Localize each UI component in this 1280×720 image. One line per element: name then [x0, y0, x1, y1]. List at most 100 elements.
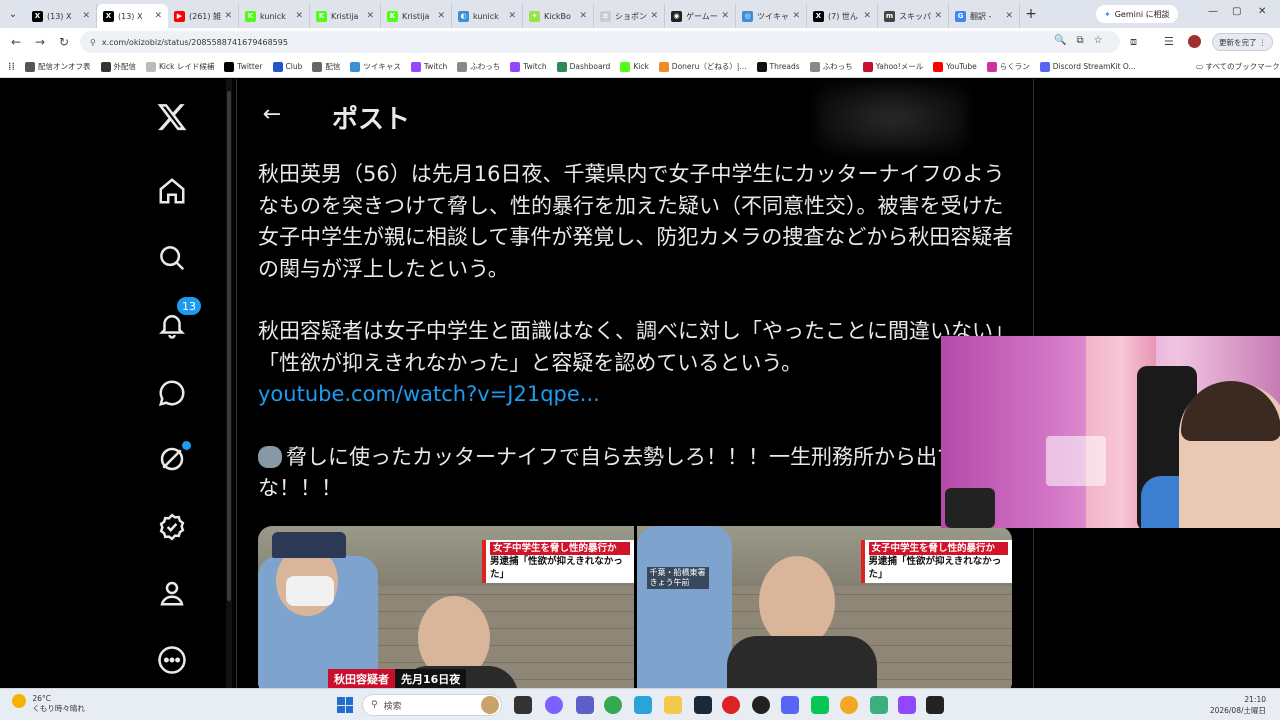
copilot-icon[interactable] — [545, 696, 563, 714]
bookmark-item[interactable]: Threads — [756, 61, 800, 72]
more-icon[interactable] — [154, 642, 190, 678]
browser-tab[interactable]: G 翻訳 - ✕ — [949, 4, 1020, 28]
chrome-icon[interactable] — [604, 696, 622, 714]
x-icon: X — [103, 10, 114, 22]
bookmark-favicon-icon — [658, 61, 669, 72]
close-tab-icon[interactable]: ✕ — [721, 11, 729, 21]
extensions-icon[interactable]: ⧈ — [1130, 35, 1137, 49]
teams-icon[interactable] — [576, 696, 594, 714]
bookmark-item[interactable]: Kick レイド候補 — [146, 61, 214, 72]
twitch-icon[interactable] — [898, 696, 916, 714]
x-logo-icon[interactable] — [154, 99, 190, 135]
minimize-icon[interactable]: — — [1208, 6, 1218, 17]
bookmark-item[interactable]: Twitch — [410, 61, 447, 72]
apps-grid-icon[interactable]: ⁞⁞ — [8, 60, 15, 73]
new-tab-button[interactable]: + — [1020, 6, 1042, 22]
search-icon[interactable] — [154, 240, 190, 276]
notepad-icon[interactable] — [870, 696, 888, 714]
bookmark-label: 配信オンオフ表 — [38, 62, 91, 71]
browser-tab[interactable]: X (13) X ✕ — [26, 4, 97, 28]
bookmark-item[interactable]: Kick — [620, 61, 649, 72]
close-tab-icon[interactable]: ✕ — [1005, 11, 1013, 21]
back-button[interactable]: ← — [257, 99, 287, 129]
browser-tab[interactable]: ▶ (261) 雑 ✕ — [168, 4, 239, 28]
bookmark-item[interactable]: 外配信 — [100, 61, 136, 72]
coin-icon[interactable] — [840, 696, 858, 714]
back-nav-icon[interactable]: ← — [4, 35, 28, 49]
tab-list-icon[interactable]: ☰ — [1164, 35, 1174, 48]
browser-tab[interactable]: m スキッパ ✕ — [878, 4, 949, 28]
steam-icon[interactable] — [694, 696, 712, 714]
close-tab-icon[interactable]: ✕ — [508, 11, 516, 21]
explorer-icon[interactable] — [664, 696, 682, 714]
profile-icon[interactable] — [154, 575, 190, 611]
bookmark-item[interactable]: Yahoo!メール — [862, 61, 923, 72]
close-tab-icon[interactable]: ✕ — [650, 11, 658, 21]
reload-icon[interactable]: ↻ — [52, 35, 76, 49]
close-tab-icon[interactable]: ✕ — [154, 11, 162, 21]
site-info-icon[interactable]: ⚲ — [90, 38, 96, 47]
bookmark-item[interactable]: Twitter — [224, 61, 263, 72]
browser-tab[interactable]: ≡ ショポン ✕ — [594, 4, 665, 28]
close-tab-icon[interactable]: ✕ — [224, 11, 232, 21]
gemini-button[interactable]: ✦ Gemini に相談 — [1096, 5, 1178, 23]
close-tab-icon[interactable]: ✕ — [366, 11, 374, 21]
browser-tab[interactable]: K Kristija ✕ — [310, 4, 381, 28]
tab-search-menu[interactable]: ⌄ — [0, 0, 26, 28]
close-tab-icon[interactable]: ✕ — [934, 11, 942, 21]
browser-tab[interactable]: Kkunick ✕ — [239, 4, 310, 28]
news-image-left[interactable]: 女子中学生を脅し性的暴行か 男逮捕「性欲が抑えきれなかった」 秋田容疑者 先月1… — [258, 526, 634, 688]
browser-tab[interactable]: X (13) X ✕ — [97, 4, 168, 28]
start-windows-icon[interactable] — [337, 697, 353, 713]
browser-tab[interactable]: K Kristija ✕ — [381, 4, 452, 28]
maximize-icon[interactable]: ▢ — [1232, 6, 1241, 17]
close-window-icon[interactable]: ✕ — [1258, 6, 1266, 17]
forward-nav-icon[interactable]: → — [28, 35, 52, 49]
discord-icon[interactable] — [781, 696, 799, 714]
bookmark-item[interactable]: Discord StreamKit O... — [1039, 61, 1136, 72]
close-tab-icon[interactable]: ✕ — [863, 11, 871, 21]
terminal-icon[interactable] — [926, 696, 944, 714]
browser-tab[interactable]: ◎ ツイキャ ✕ — [736, 4, 807, 28]
home-icon[interactable] — [154, 173, 190, 209]
messages-icon[interactable] — [154, 375, 190, 411]
grok-icon[interactable] — [154, 441, 191, 477]
bookmark-item[interactable]: Club — [272, 61, 302, 72]
browser-tab[interactable]: ◉ ゲームー ✕ — [665, 4, 736, 28]
weather-widget[interactable]: 26°C くもり時々晴れ — [12, 694, 85, 714]
task-view-icon[interactable] — [514, 696, 532, 714]
close-tab-icon[interactable]: ✕ — [792, 11, 800, 21]
nav-scrollbar-thumb[interactable] — [227, 91, 231, 601]
app-icon[interactable] — [752, 696, 770, 714]
update-button[interactable]: 更新を完了 ⋮ — [1212, 33, 1274, 51]
profile-avatar[interactable] — [1188, 35, 1201, 51]
browser-tab[interactable]: ✦ KickBo ✕ — [523, 4, 594, 28]
post-link[interactable]: youtube.com/watch?v=J21qpe... — [258, 379, 1018, 411]
close-tab-icon[interactable]: ✕ — [82, 11, 90, 21]
bookmark-item[interactable]: ふわっち — [457, 61, 500, 72]
omnibox-actions[interactable]: 🔍⧉☆ — [1054, 35, 1113, 46]
bookmark-item[interactable]: 配信 — [312, 61, 340, 72]
url-input[interactable]: ⚲ x.com/okizobiz/status/2085588741679468… — [80, 31, 1120, 53]
notifications-bell-icon[interactable]: 13 — [154, 297, 201, 343]
browser-tab[interactable]: X (7) 世ん ✕ — [807, 4, 878, 28]
line-icon[interactable] — [811, 696, 829, 714]
bookmark-item[interactable]: ツイキャス — [350, 61, 401, 72]
bookmark-item[interactable]: ふわっち — [809, 61, 853, 72]
all-bookmarks-folder[interactable]: ▭ すべてのブックマーク — [1196, 61, 1280, 72]
close-tab-icon[interactable]: ✕ — [295, 11, 303, 21]
verified-icon[interactable] — [154, 509, 190, 545]
bookmark-item[interactable]: らくラン — [986, 61, 1030, 72]
news-image-right[interactable]: 千葉・船橋東署 きょう午前 女子中学生を脅し性的暴行か 男逮捕「性欲が抑えきれな… — [636, 526, 1012, 688]
bookmark-item[interactable]: Dashboard — [556, 61, 610, 72]
close-tab-icon[interactable]: ✕ — [437, 11, 445, 21]
bookmark-item[interactable]: 配信オンオフ表 — [25, 61, 91, 72]
bookmark-item[interactable]: Doneru（どねる）|... — [658, 61, 747, 72]
edge-icon[interactable] — [634, 696, 652, 714]
bookmark-item[interactable]: YouTube — [933, 61, 977, 72]
obs-icon[interactable] — [722, 696, 740, 714]
close-tab-icon[interactable]: ✕ — [579, 11, 587, 21]
bookmark-item[interactable]: Twitch — [510, 61, 547, 72]
system-clock[interactable]: 21:10 2026/08/土曜日 — [1206, 694, 1266, 716]
browser-tab[interactable]: ◐ kunick ✕ — [452, 4, 523, 28]
